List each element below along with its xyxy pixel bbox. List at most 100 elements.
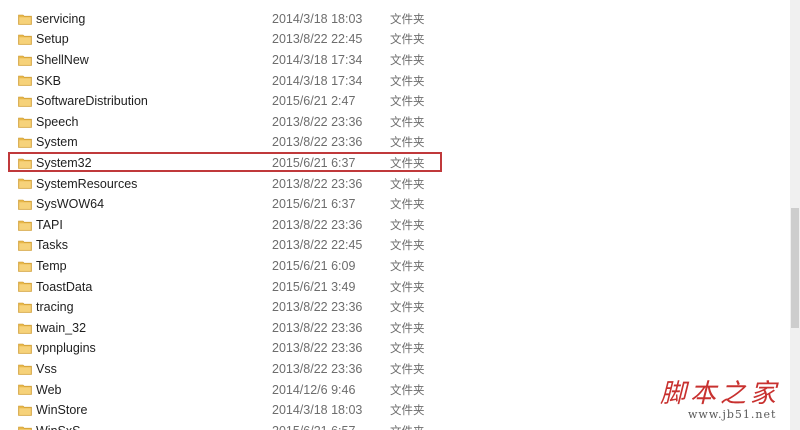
file-row[interactable]: vpnplugins 2013/8/22 23:36 文件夹 [0, 338, 790, 359]
file-name[interactable]: SoftwareDistribution [36, 94, 148, 108]
folder-icon [18, 137, 32, 148]
folder-icon [18, 364, 32, 375]
file-type: 文件夹 [390, 135, 425, 150]
file-name[interactable]: System [36, 135, 78, 149]
file-type: 文件夹 [390, 73, 425, 88]
file-type: 文件夹 [390, 320, 425, 335]
folder-icon [18, 158, 32, 169]
file-date-modified: 2013/8/22 23:36 [272, 361, 363, 376]
folder-icon [18, 240, 32, 251]
file-name[interactable]: ToastData [36, 280, 92, 294]
file-name[interactable]: Tasks [36, 238, 68, 252]
file-date-modified: 2015/6/21 2:47 [272, 94, 356, 109]
file-type: 文件夹 [390, 217, 425, 232]
file-row[interactable]: twain_32 2013/8/22 23:36 文件夹 [0, 318, 790, 339]
watermark-url: www.jb51.net [688, 408, 777, 421]
file-list: servicing 2014/3/18 18:03 文件夹 Setup 2013/8/2… [0, 0, 790, 430]
folder-icon [18, 75, 32, 87]
folder-icon [18, 178, 32, 190]
file-row[interactable]: TAPI 2013/8/22 23:36 文件夹 [0, 215, 790, 236]
file-type: 文件夹 [390, 94, 425, 109]
file-row[interactable]: ToastData 2015/6/21 3:49 文件夹 [0, 276, 790, 297]
file-name[interactable]: SystemResources [36, 177, 137, 191]
file-name[interactable]: WinSxS [36, 424, 80, 430]
file-date-modified: 2013/8/22 22:45 [272, 32, 363, 47]
watermark-logo-text: 脚本之家 [660, 379, 781, 409]
file-row[interactable]: SoftwareDistribution 2015/6/21 2:47 文件夹 [0, 91, 790, 112]
file-row[interactable]: SKB 2014/3/18 17:34 文件夹 [0, 70, 790, 91]
file-name[interactable]: WinStore [36, 403, 87, 417]
file-date-modified: 2013/8/22 22:45 [272, 238, 363, 253]
folder-icon [18, 117, 32, 128]
file-name[interactable]: Setup [36, 32, 69, 46]
file-row[interactable]: SystemResources 2013/8/22 23:36 文件夹 [0, 173, 790, 194]
file-type: 文件夹 [390, 423, 425, 430]
file-date-modified: 2015/6/21 6:09 [272, 258, 356, 273]
file-name[interactable]: Speech [36, 115, 78, 129]
file-row[interactable]: tracing 2013/8/22 23:36 文件夹 [0, 297, 790, 318]
file-type: 文件夹 [390, 258, 425, 273]
file-name[interactable]: SysWOW64 [36, 197, 104, 211]
file-name[interactable]: twain_32 [36, 321, 86, 335]
file-row[interactable]: System 2013/8/22 23:36 文件夹 [0, 132, 790, 153]
folder-icon [18, 96, 32, 107]
file-row[interactable]: Tasks 2013/8/22 22:45 文件夹 [0, 235, 790, 256]
folder-icon [18, 220, 32, 231]
file-type: 文件夹 [390, 11, 425, 26]
file-type: 文件夹 [390, 155, 425, 170]
folder-icon [18, 343, 32, 354]
file-date-modified: 2015/6/21 3:49 [272, 279, 356, 294]
file-row[interactable]: Vss 2013/8/22 23:36 文件夹 [0, 359, 790, 380]
watermark: 脚本之家 www.jb51.net [660, 380, 800, 430]
file-row[interactable]: servicing 2014/3/18 18:03 文件夹 [0, 9, 790, 30]
file-date-modified: 2013/8/22 23:36 [272, 217, 363, 232]
file-type: 文件夹 [390, 114, 425, 129]
file-type: 文件夹 [390, 300, 425, 315]
file-name[interactable]: System32 [36, 156, 92, 170]
file-name[interactable]: Web [36, 383, 61, 397]
file-date-modified: 2015/6/21 6:37 [272, 197, 356, 212]
folder-icon [18, 302, 32, 313]
file-type: 文件夹 [390, 176, 425, 191]
file-date-modified: 2013/8/22 23:36 [272, 135, 363, 150]
file-type: 文件夹 [390, 32, 425, 47]
file-date-modified: 2013/8/22 23:36 [272, 300, 363, 315]
file-name[interactable]: SKB [36, 74, 61, 88]
file-date-modified: 2014/12/6 9:46 [272, 382, 356, 397]
folder-icon [18, 14, 32, 25]
folder-icon [18, 199, 32, 210]
folder-icon [18, 384, 32, 396]
file-date-modified: 2015/6/21 6:37 [272, 155, 356, 170]
file-type: 文件夹 [390, 361, 425, 376]
file-type: 文件夹 [390, 341, 425, 356]
file-date-modified: 2015/6/21 6:57 [272, 424, 355, 430]
folder-icon [18, 323, 32, 334]
file-row[interactable]: ShellNew 2014/3/18 17:34 文件夹 [0, 50, 790, 71]
vertical-scrollbar[interactable] [790, 0, 800, 430]
file-row[interactable]: Setup 2013/8/22 22:45 文件夹 [0, 29, 790, 50]
file-row[interactable]: Temp 2015/6/21 6:09 文件夹 [0, 256, 790, 277]
file-row[interactable]: SysWOW64 2015/6/21 6:37 文件夹 [0, 194, 790, 215]
file-date-modified: 2013/8/22 23:36 [272, 114, 363, 129]
file-name[interactable]: Temp [36, 259, 67, 273]
file-date-modified: 2014/3/18 17:34 [272, 52, 363, 67]
folder-icon [18, 55, 32, 66]
folder-icon [18, 405, 32, 416]
file-date-modified: 2014/3/18 17:34 [272, 73, 363, 88]
file-row[interactable]: Speech 2013/8/22 23:36 文件夹 [0, 112, 790, 133]
file-name[interactable]: TAPI [36, 218, 63, 232]
file-type: 文件夹 [390, 403, 425, 418]
file-type: 文件夹 [390, 238, 425, 253]
file-name[interactable]: Vss [36, 362, 57, 376]
file-date-modified: 2014/3/18 18:03 [272, 403, 363, 418]
folder-icon [18, 426, 32, 430]
folder-icon [18, 261, 32, 272]
file-row[interactable]: System32 2015/6/21 6:37 文件夹 [0, 153, 790, 174]
folder-icon [18, 34, 32, 45]
scrollbar-thumb[interactable] [791, 208, 799, 328]
file-name[interactable]: servicing [36, 12, 85, 26]
file-name[interactable]: vpnplugins [36, 341, 96, 355]
file-date-modified: 2013/8/22 23:36 [272, 320, 363, 335]
file-name[interactable]: ShellNew [36, 53, 89, 67]
file-name[interactable]: tracing [36, 300, 74, 314]
